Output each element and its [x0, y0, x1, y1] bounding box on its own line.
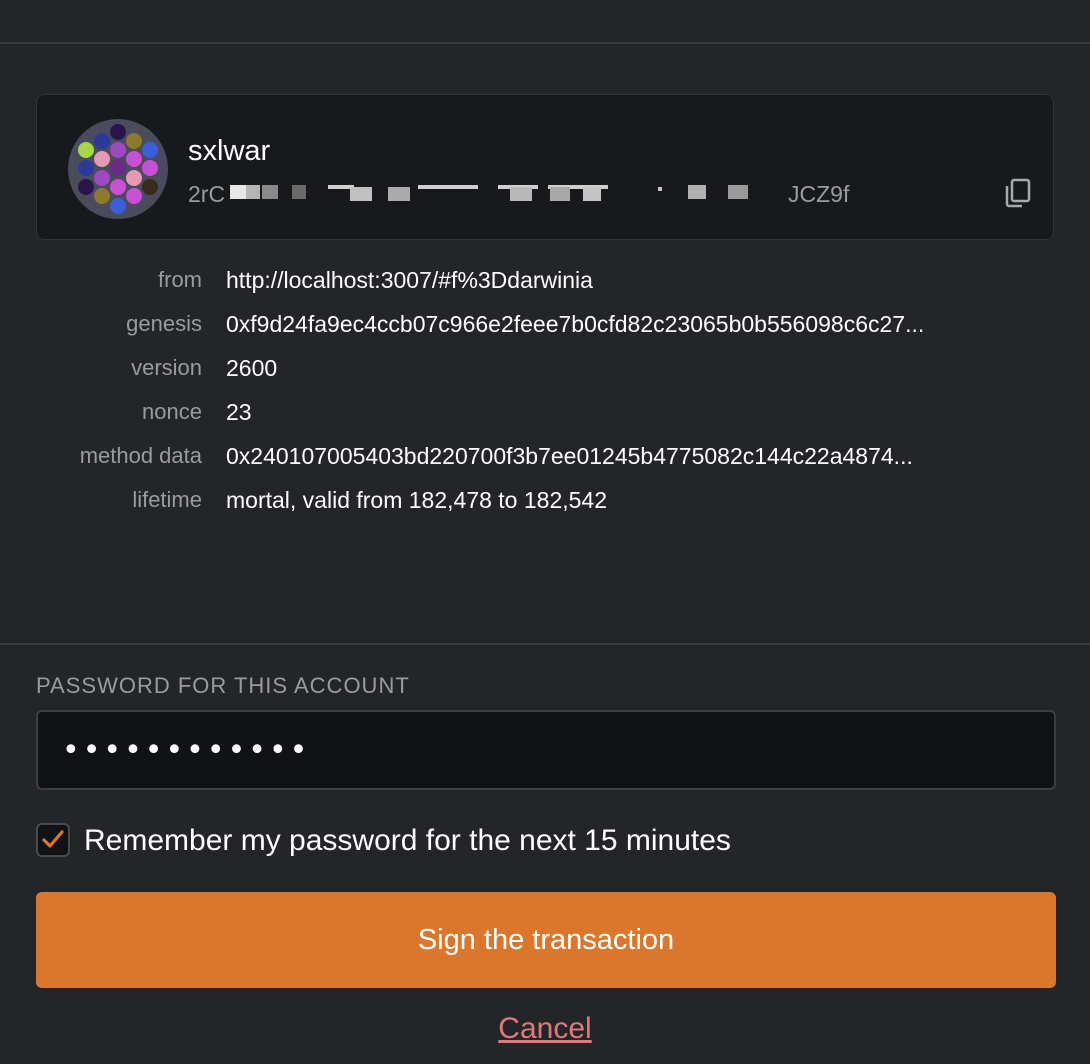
- detail-label: method data: [79, 443, 202, 468]
- detail-row-from: from http://localhost:3007/#f%3Ddarwinia: [36, 258, 1054, 302]
- detail-label: lifetime: [132, 487, 202, 512]
- password-input[interactable]: [36, 710, 1056, 790]
- account-card: sxlwar 2rC JCZ9f: [36, 94, 1054, 240]
- detail-label: version: [131, 355, 202, 380]
- remember-password-option[interactable]: Remember my password for the next 15 min…: [36, 820, 936, 862]
- identicon-icon: [68, 119, 168, 219]
- address-redaction: [658, 187, 662, 191]
- address-redaction: [246, 185, 260, 199]
- remember-checkbox[interactable]: [36, 823, 70, 857]
- address-redaction: [388, 187, 410, 201]
- copy-icon: [1005, 178, 1031, 208]
- detail-value: http://localhost:3007/#f%3Ddarwinia: [226, 267, 593, 293]
- detail-row-method-data: method data 0x240107005403bd220700f3b7ee…: [36, 434, 1054, 478]
- password-label: PASSWORD FOR THIS ACCOUNT: [36, 673, 410, 698]
- address-redaction: [728, 185, 748, 199]
- detail-row-genesis: genesis 0xf9d24fa9ec4ccb07c966e2feee7b0c…: [36, 302, 1054, 346]
- cancel-link[interactable]: Cancel: [0, 1008, 1090, 1050]
- address-redaction: [688, 185, 706, 199]
- detail-value: 0xf9d24fa9ec4ccb07c966e2feee7b0cfd82c230…: [226, 311, 925, 337]
- address-redaction: [350, 187, 372, 201]
- address-redaction: [262, 185, 278, 199]
- address-redaction: [510, 187, 532, 201]
- remember-label: Remember my password for the next 15 min…: [84, 824, 731, 857]
- address-redaction: [230, 185, 246, 199]
- account-name: sxlwar: [188, 135, 271, 167]
- section-divider: [0, 643, 1090, 645]
- detail-value: 23: [226, 399, 252, 425]
- address-redaction: [583, 187, 601, 201]
- address-start: 2rC: [188, 181, 226, 207]
- copy-address-button[interactable]: [1003, 177, 1033, 209]
- address-redaction: [550, 187, 570, 201]
- address-end: JCZ9f: [788, 181, 850, 207]
- detail-row-nonce: nonce 23: [36, 390, 1054, 434]
- address-redaction: [418, 185, 478, 189]
- detail-label: nonce: [142, 399, 202, 424]
- account-address: 2rC JCZ9f: [188, 179, 948, 209]
- detail-label: genesis: [126, 311, 202, 336]
- detail-label: from: [158, 267, 202, 292]
- address-redaction: [292, 185, 306, 199]
- detail-value: 0x240107005403bd220700f3b7ee01245b477508…: [226, 443, 913, 469]
- sign-transaction-button[interactable]: Sign the transaction: [36, 892, 1056, 988]
- checkmark-icon: [42, 830, 64, 848]
- detail-row-version: version 2600: [36, 346, 1054, 390]
- detail-row-lifetime: lifetime mortal, valid from 182,478 to 1…: [36, 478, 1054, 522]
- detail-value: mortal, valid from 182,478 to 182,542: [226, 487, 608, 513]
- sign-transaction-popup: sxlwar 2rC JCZ9f from http://localhost:3…: [0, 0, 1090, 1064]
- top-divider: [0, 42, 1090, 44]
- detail-value: 2600: [226, 355, 278, 381]
